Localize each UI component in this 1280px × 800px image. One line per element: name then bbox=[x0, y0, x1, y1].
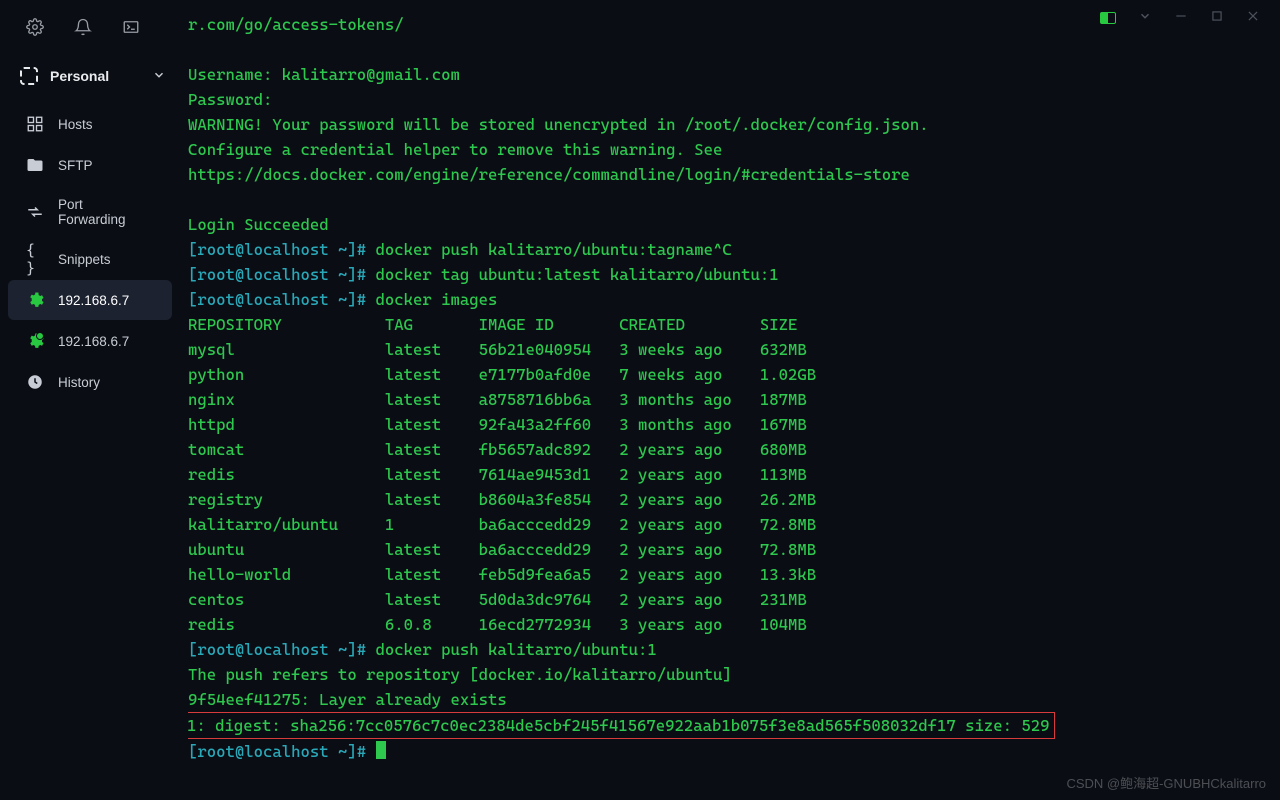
clock-icon bbox=[26, 373, 44, 391]
table-row: kalitarro/ubuntu 1 ba6acccedd29 2 years … bbox=[188, 515, 816, 534]
text: Configure a credential helper to remove … bbox=[188, 140, 722, 159]
command: docker push kalitarro/ubuntu:1 bbox=[376, 640, 657, 659]
settings-icon[interactable] bbox=[26, 18, 44, 41]
table-row: httpd latest 92fa43a2ff60 3 months ago 1… bbox=[188, 415, 807, 434]
arrows-icon bbox=[26, 203, 44, 221]
sidebar-item-hosts[interactable]: Hosts bbox=[8, 104, 172, 144]
sidebar-item-session[interactable]: 192.168.6.7 bbox=[8, 321, 172, 361]
sidebar-item-label: 192.168.6.7 bbox=[58, 334, 129, 349]
braces-icon: { } bbox=[26, 250, 44, 268]
command: docker images bbox=[376, 290, 498, 309]
username-value: kalitarro@gmail.com bbox=[282, 65, 460, 84]
sidebar-item-label: Port Forwarding bbox=[58, 197, 154, 227]
dropdown-chevron-icon[interactable] bbox=[1138, 9, 1152, 28]
sidebar-item-snippets[interactable]: { } Snippets bbox=[8, 239, 172, 279]
table-row: nginx latest a8758716bb6a 3 months ago 1… bbox=[188, 390, 807, 409]
chevron-down-icon bbox=[152, 68, 166, 85]
text: Password: bbox=[188, 90, 272, 109]
folder-icon bbox=[26, 156, 44, 174]
workspace-icon bbox=[20, 67, 38, 85]
sidebar-item-label: SFTP bbox=[58, 158, 93, 173]
cursor bbox=[376, 741, 386, 759]
layer-line: 9f54eef41275: Layer already exists bbox=[188, 690, 507, 709]
grid-icon bbox=[26, 115, 44, 133]
table-row: centos latest 5d0da3dc9764 2 years ago 2… bbox=[188, 590, 807, 609]
command: docker tag ubuntu:latest kalitarro/ubunt… bbox=[376, 265, 779, 284]
prompt: [root@localhost ~]# bbox=[188, 265, 376, 284]
prompt: [root@localhost ~]# bbox=[188, 640, 376, 659]
table-row: python latest e7177b0afd0e 7 weeks ago 1… bbox=[188, 365, 816, 384]
gear-icon bbox=[26, 332, 44, 350]
sidebar-item-label: 192.168.6.7 bbox=[58, 293, 129, 308]
gear-icon bbox=[26, 291, 44, 309]
panel-split-icon[interactable] bbox=[1100, 12, 1116, 24]
bell-icon[interactable] bbox=[74, 18, 92, 41]
sidebar-item-sftp[interactable]: SFTP bbox=[8, 145, 172, 185]
terminal-output[interactable]: r.com/go/access-tokens/ Username: kalita… bbox=[188, 12, 1280, 800]
table-row: registry latest b8604a3fe854 2 years ago… bbox=[188, 490, 816, 509]
prompt: [root@localhost ~]# bbox=[188, 290, 376, 309]
sidebar-top-icons bbox=[0, 8, 180, 57]
warning-text: WARNING! Your password will be stored un… bbox=[188, 115, 929, 134]
sidebar-item-history[interactable]: History bbox=[8, 362, 172, 402]
table-row: redis latest 7614ae9453d1 2 years ago 11… bbox=[188, 465, 807, 484]
sidebar-item-port-forwarding[interactable]: Port Forwarding bbox=[8, 186, 172, 238]
digest-highlight-box: 1: digest: sha256:7cc0576c7c0ec2384de5cb… bbox=[188, 712, 1055, 739]
watermark: CSDN @鲍海超-GNUBHCkalitarro bbox=[1066, 773, 1266, 792]
table-header: REPOSITORY TAG IMAGE ID CREATED SIZE bbox=[188, 315, 797, 334]
digest-line: 1: digest: sha256:7cc0576c7c0ec2384de5cb… bbox=[188, 716, 1050, 735]
status-dot-icon bbox=[36, 332, 44, 340]
docs-link: https://docs.docker.com/engine/reference… bbox=[188, 165, 910, 184]
table-row: ubuntu latest ba6acccedd29 2 years ago 7… bbox=[188, 540, 816, 559]
prompt: [root@localhost ~]# bbox=[188, 240, 376, 259]
table-row: mysql latest 56b21e040954 3 weeks ago 63… bbox=[188, 340, 807, 359]
table-row: hello-world latest feb5d9fea6a5 2 years … bbox=[188, 565, 816, 584]
maximize-icon[interactable] bbox=[1210, 9, 1224, 28]
login-succeeded: Login Succeeded bbox=[188, 215, 329, 234]
table-row: tomcat latest fb5657adc892 2 years ago 6… bbox=[188, 440, 807, 459]
text: r.com/go/access-tokens/ bbox=[188, 15, 404, 34]
table-row: redis 6.0.8 16ecd2772934 3 years ago 104… bbox=[188, 615, 807, 634]
sidebar-item-label: History bbox=[58, 375, 100, 390]
sidebar-item-label: Hosts bbox=[58, 117, 93, 132]
workspace-label: Personal bbox=[50, 68, 109, 84]
terminal-box-icon[interactable] bbox=[122, 18, 140, 41]
push-refers: The push refers to repository [docker.io… bbox=[188, 665, 732, 684]
sidebar: Personal Hosts SFTP Port Forwarding { } … bbox=[0, 0, 180, 800]
workspace-selector[interactable]: Personal bbox=[0, 57, 180, 103]
text: Username: bbox=[188, 65, 282, 84]
sidebar-item-session-active[interactable]: 192.168.6.7 bbox=[8, 280, 172, 320]
sidebar-item-label: Snippets bbox=[58, 252, 111, 267]
window-controls bbox=[1100, 0, 1280, 36]
close-icon[interactable] bbox=[1246, 9, 1260, 28]
command: docker push kalitarro/ubuntu:tagname^C bbox=[376, 240, 732, 259]
prompt: [root@localhost ~]# bbox=[188, 742, 376, 761]
minimize-icon[interactable] bbox=[1174, 9, 1188, 28]
